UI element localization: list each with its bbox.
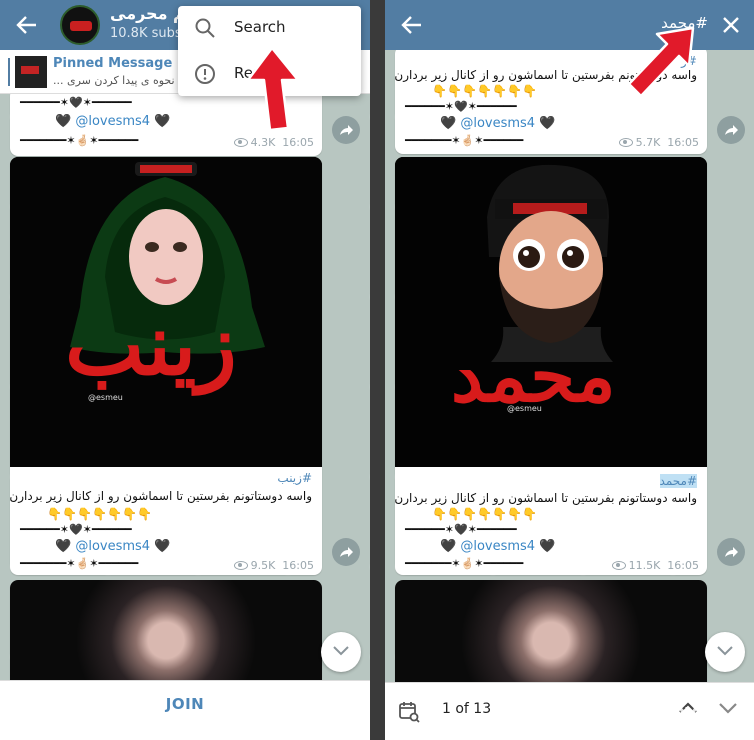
calendar-search-icon[interactable] xyxy=(397,700,421,724)
scroll-down-button[interactable] xyxy=(705,632,745,672)
search-icon xyxy=(195,18,215,38)
message-image[interactable]: محمد @esmeu xyxy=(395,157,707,467)
image-credit: @esmeu xyxy=(88,393,123,402)
blurred-image[interactable] xyxy=(10,580,322,690)
views-icon xyxy=(233,561,248,570)
pinned-indicator xyxy=(8,58,10,86)
decor-line: ━━━━━━━✶🤞🏻✶━━━━━━ xyxy=(405,557,524,570)
join-button[interactable]: JOIN xyxy=(0,695,370,713)
close-icon[interactable] xyxy=(718,12,744,38)
views-icon xyxy=(611,561,626,570)
decor-line: ━━━━━━✶🖤✶━━━━━━ xyxy=(20,96,132,109)
image-credit: @esmeu xyxy=(507,404,542,413)
message-bubble xyxy=(395,580,707,690)
decor-line: ━━━━━━━✶🤞🏻✶━━━━━━ xyxy=(20,134,139,147)
channel-mention-link[interactable]: 🖤 @lovesms4 🖤 xyxy=(440,539,555,554)
alert-circle-icon xyxy=(195,64,215,84)
message-meta: 11.5K 16:05 xyxy=(611,559,699,572)
channel-avatar[interactable] xyxy=(60,5,100,45)
search-result-counter: 1 of 13 xyxy=(442,701,492,717)
message-image[interactable]: زینب @esmeu xyxy=(10,157,322,467)
decor-line: ━━━━━━✶🖤✶━━━━━━ xyxy=(405,100,517,113)
message-text: واسه دوستاتونم بفرستین تا اسماشون رو از … xyxy=(10,489,312,503)
message-bubble xyxy=(10,580,322,690)
scroll-down-button[interactable] xyxy=(321,632,361,672)
hashtag-link[interactable]: #زینب xyxy=(277,471,312,485)
red-pointer-arrow-icon xyxy=(246,46,300,132)
share-button[interactable] xyxy=(332,538,360,566)
join-bar: JOIN xyxy=(0,680,370,740)
message-meta: 5.7K 16:05 xyxy=(618,136,699,149)
emoji-line: 👇👇👇👇👇👇👇 xyxy=(432,507,537,521)
image-calligraphy: زینب xyxy=(65,295,237,394)
man-cartoon-illustration xyxy=(395,157,707,467)
emoji-line: 👇👇👇👇👇👇👇 xyxy=(432,84,537,98)
black-heart-icon: 🖤 xyxy=(55,114,76,129)
channel-mention-link[interactable]: 🖤 @lovesms4 🖤 xyxy=(55,114,170,129)
message-meta: 9.5K 16:05 xyxy=(233,559,314,572)
decor-line: ━━━━━━✶🖤✶━━━━━━ xyxy=(405,523,517,536)
back-arrow-icon[interactable] xyxy=(14,12,40,38)
pinned-snippet: ... نحوه ی پیدا کردن سری xyxy=(53,74,175,87)
share-button[interactable] xyxy=(332,116,360,144)
decor-line: ━━━━━━✶🖤✶━━━━━━ xyxy=(20,523,132,536)
channel-mention-link[interactable]: 🖤 @lovesms4 🖤 xyxy=(440,116,555,131)
pinned-thumbnail xyxy=(15,56,47,88)
decor-line: ━━━━━━━✶🤞🏻✶━━━━━━ xyxy=(405,134,524,147)
menu-item-label: Search xyxy=(234,18,286,36)
message-text: واسه دوستاتونم بفرستین تا اسماشون رو از … xyxy=(395,491,697,505)
pinned-title: Pinned Message xyxy=(53,56,173,71)
share-button[interactable] xyxy=(717,538,745,566)
views-icon xyxy=(233,138,248,147)
views-icon xyxy=(618,138,633,147)
red-pointer-arrow-icon xyxy=(627,26,695,98)
search-view: #ر واسه دوستاتونم بفرستین تا اسماشون رو … xyxy=(385,0,754,740)
message-meta: 4.3K 16:05 xyxy=(233,136,314,149)
subscriber-count: 10.8K subs xyxy=(110,26,182,41)
panel-divider xyxy=(370,0,385,740)
emoji-line: 👇👇👇👇👇👇👇 xyxy=(47,507,152,521)
blurred-image[interactable] xyxy=(395,580,707,690)
message-bubble: محمد @esmeu #محمد واسه دوستاتونم بفرستین… xyxy=(395,157,707,575)
share-button[interactable] xyxy=(717,116,745,144)
message-bubble: زینب @esmeu #زینب واسه دوستاتونم بفرستین… xyxy=(10,157,322,575)
hashtag-link-highlighted[interactable]: #محمد xyxy=(659,474,697,488)
back-arrow-icon[interactable] xyxy=(399,12,425,38)
decor-line: ━━━━━━━✶🤞🏻✶━━━━━━ xyxy=(20,557,139,570)
site-watermark: NODY.IR خانه ی عکس و اطلاعات فارسی xyxy=(638,704,746,734)
channel-mention-link[interactable]: 🖤 @lovesms4 🖤 xyxy=(55,539,170,554)
channel-view: ━━━━━━✶🖤✶━━━━━━ 🖤 @lovesms4 🖤 ━━━━━━━✶🤞🏻… xyxy=(0,0,370,740)
